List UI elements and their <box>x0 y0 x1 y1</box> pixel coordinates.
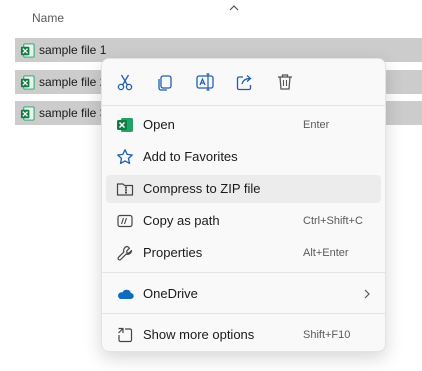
delete-icon <box>278 74 292 90</box>
menu-item-label: Properties <box>143 245 203 260</box>
chevron-right-icon <box>364 289 370 299</box>
menu-item-label: Open <box>143 117 175 132</box>
sort-ascending-icon[interactable] <box>227 2 241 14</box>
menu-item-properties[interactable]: Properties Alt+Enter <box>106 239 381 267</box>
delete-button[interactable] <box>274 71 296 93</box>
excel-file-icon <box>20 75 35 90</box>
cut-button[interactable] <box>114 71 136 93</box>
show-more-icon <box>116 326 134 344</box>
copy-button[interactable] <box>154 71 176 93</box>
excel-file-icon <box>20 43 35 58</box>
menu-item-label: Add to Favorites <box>143 149 238 164</box>
menu-item-compress-to-zip[interactable]: Compress to ZIP file <box>106 175 381 203</box>
column-header-name[interactable]: Name <box>32 11 64 25</box>
menu-item-label: Show more options <box>143 327 255 342</box>
menu-divider <box>102 272 385 273</box>
star-icon <box>116 148 134 166</box>
copy-icon <box>158 75 172 91</box>
context-menu: Open Enter Add to Favorites Compress to … <box>101 58 386 352</box>
menu-item-label: Compress to ZIP file <box>143 181 261 196</box>
menu-divider <box>102 105 385 106</box>
rename-button[interactable] <box>194 71 216 93</box>
menu-divider <box>102 313 385 314</box>
file-name: sample file 3 <box>39 106 107 120</box>
menu-item-onedrive[interactable]: OneDrive <box>106 280 381 308</box>
menu-item-label: Copy as path <box>143 213 220 228</box>
menu-item-shortcut: Shift+F10 <box>303 329 351 341</box>
menu-item-label: OneDrive <box>143 286 198 301</box>
menu-item-show-more-options[interactable]: Show more options Shift+F10 <box>106 321 381 349</box>
cut-icon <box>117 74 133 91</box>
share-button[interactable] <box>234 71 256 93</box>
share-icon <box>236 75 252 91</box>
file-name: sample file 2 <box>39 75 107 89</box>
menu-item-copy-as-path[interactable]: Copy as path Ctrl+Shift+C <box>106 207 381 235</box>
file-name: sample file 1 <box>39 43 107 57</box>
rename-icon <box>196 73 214 91</box>
menu-item-shortcut: Alt+Enter <box>303 247 349 259</box>
menu-item-add-to-favorites[interactable]: Add to Favorites <box>106 143 381 171</box>
menu-item-open[interactable]: Open Enter <box>106 111 381 139</box>
zip-folder-icon <box>116 180 134 198</box>
excel-file-icon <box>20 106 35 121</box>
menu-item-shortcut: Enter <box>303 119 330 131</box>
copy-path-icon <box>116 212 134 230</box>
onedrive-icon <box>116 285 134 303</box>
wrench-icon <box>116 244 134 262</box>
menu-item-shortcut: Ctrl+Shift+C <box>303 215 363 227</box>
excel-icon <box>116 116 134 134</box>
